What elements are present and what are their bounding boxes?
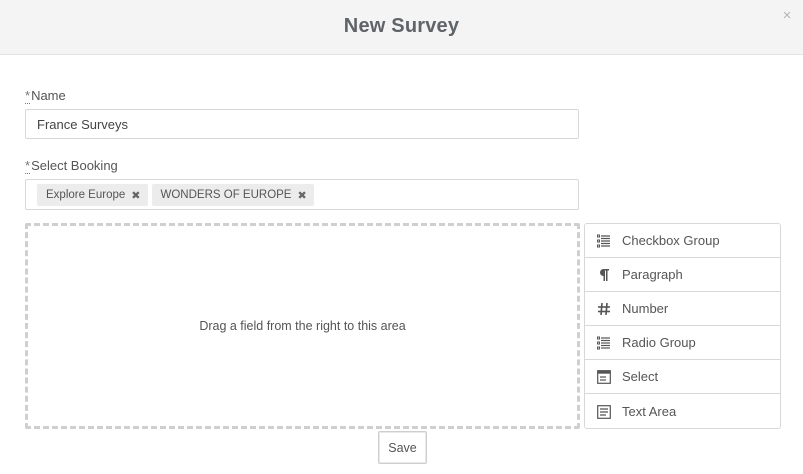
field-number[interactable]: Number (585, 292, 780, 326)
booking-tag-label: WONDERS OF EUROPE (160, 189, 292, 201)
modal-title: New Survey (343, 15, 460, 37)
field-label: Paragraph (622, 267, 683, 282)
booking-tag[interactable]: WONDERS OF EUROPE ✖ (151, 184, 314, 206)
booking-label-text: Select Booking (31, 158, 118, 173)
booking-multiselect[interactable]: Explore Europe ✖ WONDERS OF EUROPE ✖ (25, 179, 579, 210)
modal-header: New Survey × (0, 0, 803, 55)
required-marker: * (25, 88, 31, 104)
close-icon[interactable]: × (780, 8, 794, 23)
new-survey-modal: New Survey × *Name *Select Booking Explo… (0, 0, 803, 474)
field-text-area[interactable]: Text Area (585, 394, 780, 428)
booking-tag[interactable]: Explore Europe ✖ (37, 184, 148, 206)
field-palette: Checkbox Group Paragraph Number Radio Gr… (584, 223, 781, 429)
field-checkbox-group[interactable]: Checkbox Group (585, 224, 780, 258)
hash-icon (596, 301, 612, 317)
required-marker: * (25, 158, 31, 174)
save-button[interactable]: Save (378, 431, 427, 464)
paragraph-icon (596, 267, 612, 283)
form-drop-zone[interactable]: Drag a field from the right to this area (25, 223, 580, 429)
field-label: Text Area (622, 404, 677, 419)
drop-zone-text: Drag a field from the right to this area (199, 319, 406, 333)
name-label-text: Name (31, 88, 66, 103)
remove-tag-icon[interactable]: ✖ (131, 189, 140, 202)
select-box-icon (596, 369, 612, 385)
field-label: Number (622, 301, 669, 316)
remove-tag-icon[interactable]: ✖ (297, 189, 306, 202)
field-paragraph[interactable]: Paragraph (585, 258, 780, 292)
list-check-icon (596, 233, 612, 249)
booking-tag-label: Explore Europe (46, 189, 126, 201)
field-label: Checkbox Group (622, 233, 720, 248)
field-label: Select (622, 369, 659, 384)
name-input[interactable] (25, 109, 579, 139)
field-radio-group[interactable]: Radio Group (585, 326, 780, 360)
text-area-icon (596, 404, 612, 420)
field-select[interactable]: Select (585, 360, 780, 394)
list-radio-icon (596, 335, 612, 351)
field-label: Radio Group (622, 335, 696, 350)
name-label: *Name (25, 88, 66, 104)
booking-label: *Select Booking (25, 158, 118, 174)
